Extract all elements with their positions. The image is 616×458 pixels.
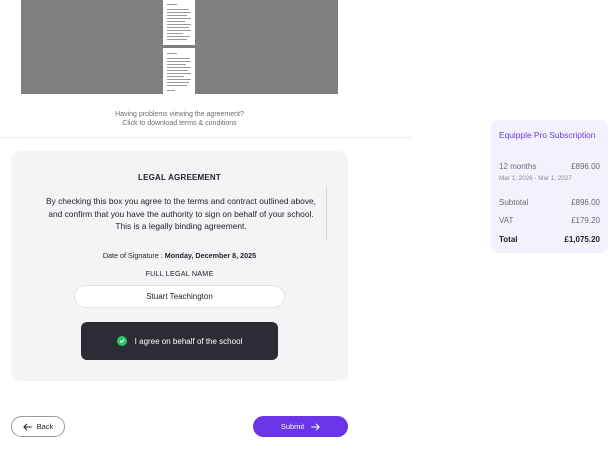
vat-label: VAT	[499, 216, 514, 225]
back-button[interactable]: Back	[11, 416, 65, 437]
total-label: Total	[499, 235, 518, 244]
vat-value: £179.20	[571, 216, 600, 225]
document-page-1	[163, 0, 195, 45]
subtotal-label: Subtotal	[499, 198, 529, 207]
order-summary-panel: Equipple Pro Subscription 12 months £896…	[491, 120, 608, 253]
term-dates: Mar 1, 2026 - Mar 1, 2027	[499, 175, 572, 182]
term-label: 12 months	[499, 162, 537, 171]
subscription-term-row: 12 months £896.00	[499, 162, 600, 171]
signature-date-value: Monday, December 8, 2025	[164, 251, 257, 260]
legal-agreement-title: LEGAL AGREEMENT	[137, 173, 221, 182]
viewer-help-text: Having problems viewing the agreement?	[115, 111, 244, 118]
submit-button-label: Submit	[280, 422, 305, 431]
term-price: £896.00	[571, 162, 600, 171]
check-circle-icon	[116, 336, 127, 346]
subtotal-value: £896.00	[571, 198, 600, 207]
arrow-right-icon	[311, 419, 320, 434]
submit-button[interactable]: Submit	[253, 416, 348, 437]
section-divider	[0, 137, 412, 138]
signature-date-label: Date of Signature :	[102, 251, 163, 260]
agreement-document-viewer[interactable]	[21, 0, 338, 94]
agree-button-label: I agree on behalf of the school	[134, 336, 243, 346]
total-row: Total £1,075.20	[499, 235, 600, 244]
legal-agreement-card: LEGAL AGREEMENT By checking this box you…	[11, 151, 348, 381]
full-legal-name-label: FULL LEGAL NAME	[145, 269, 214, 278]
product-title: Equipple Pro Subscription	[499, 130, 596, 140]
back-button-label: Back	[36, 422, 54, 431]
signature-date: Date of Signature : Monday, December 8, …	[11, 251, 348, 260]
total-value: £1,075.20	[564, 235, 600, 244]
download-terms-link[interactable]: Click to download terms & conditions	[21, 119, 338, 128]
agreement-text: By checking this box you agree to the te…	[45, 196, 317, 232]
subtotal-row: Subtotal £896.00	[499, 198, 600, 207]
document-page-2	[163, 48, 195, 94]
full-legal-name-input[interactable]	[74, 285, 285, 308]
agreement-scrollbar[interactable]	[326, 187, 327, 240]
vat-row: VAT £179.20	[499, 216, 600, 225]
agree-on-behalf-button[interactable]: I agree on behalf of the school	[81, 322, 278, 360]
arrow-left-icon	[23, 419, 32, 434]
